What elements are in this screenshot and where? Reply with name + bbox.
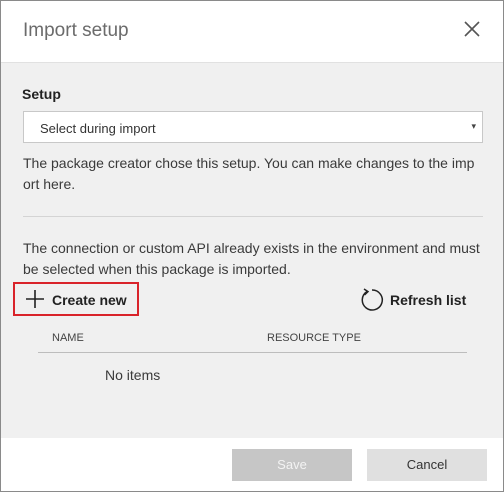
connection-message: The connection or custom API already exi… xyxy=(23,240,480,277)
refresh-list-label: Refresh list xyxy=(390,292,467,308)
refresh-icon xyxy=(358,287,384,313)
create-new-label: Create new xyxy=(52,292,127,308)
empty-state-text: No items xyxy=(105,367,161,383)
setup-dropdown-value: Select during import xyxy=(40,121,156,136)
column-header-resource-type[interactable]: RESOURCE TYPE xyxy=(267,332,361,344)
plus-icon xyxy=(25,289,45,309)
setup-note: The package creator chose this setup. Yo… xyxy=(23,155,475,192)
section-divider xyxy=(23,216,483,217)
dialog-title: Import setup xyxy=(23,20,129,41)
create-new-button[interactable]: Create new xyxy=(13,282,139,316)
column-header-name[interactable]: NAME xyxy=(52,332,84,344)
refresh-list-button[interactable]: Refresh list xyxy=(358,286,473,314)
close-icon[interactable] xyxy=(460,17,484,41)
setup-dropdown[interactable]: Select during import ▾ xyxy=(23,111,483,143)
save-button[interactable]: Save xyxy=(232,449,352,481)
dialog-footer: Save Cancel xyxy=(1,438,503,491)
cancel-button[interactable]: Cancel xyxy=(367,449,487,481)
chevron-down-icon: ▾ xyxy=(471,121,476,131)
table-header-divider xyxy=(38,352,467,353)
dialog-header: Import setup xyxy=(1,1,503,63)
import-setup-dialog: Import setup Setup Select during import … xyxy=(0,0,504,492)
setup-label: Setup xyxy=(22,86,61,102)
